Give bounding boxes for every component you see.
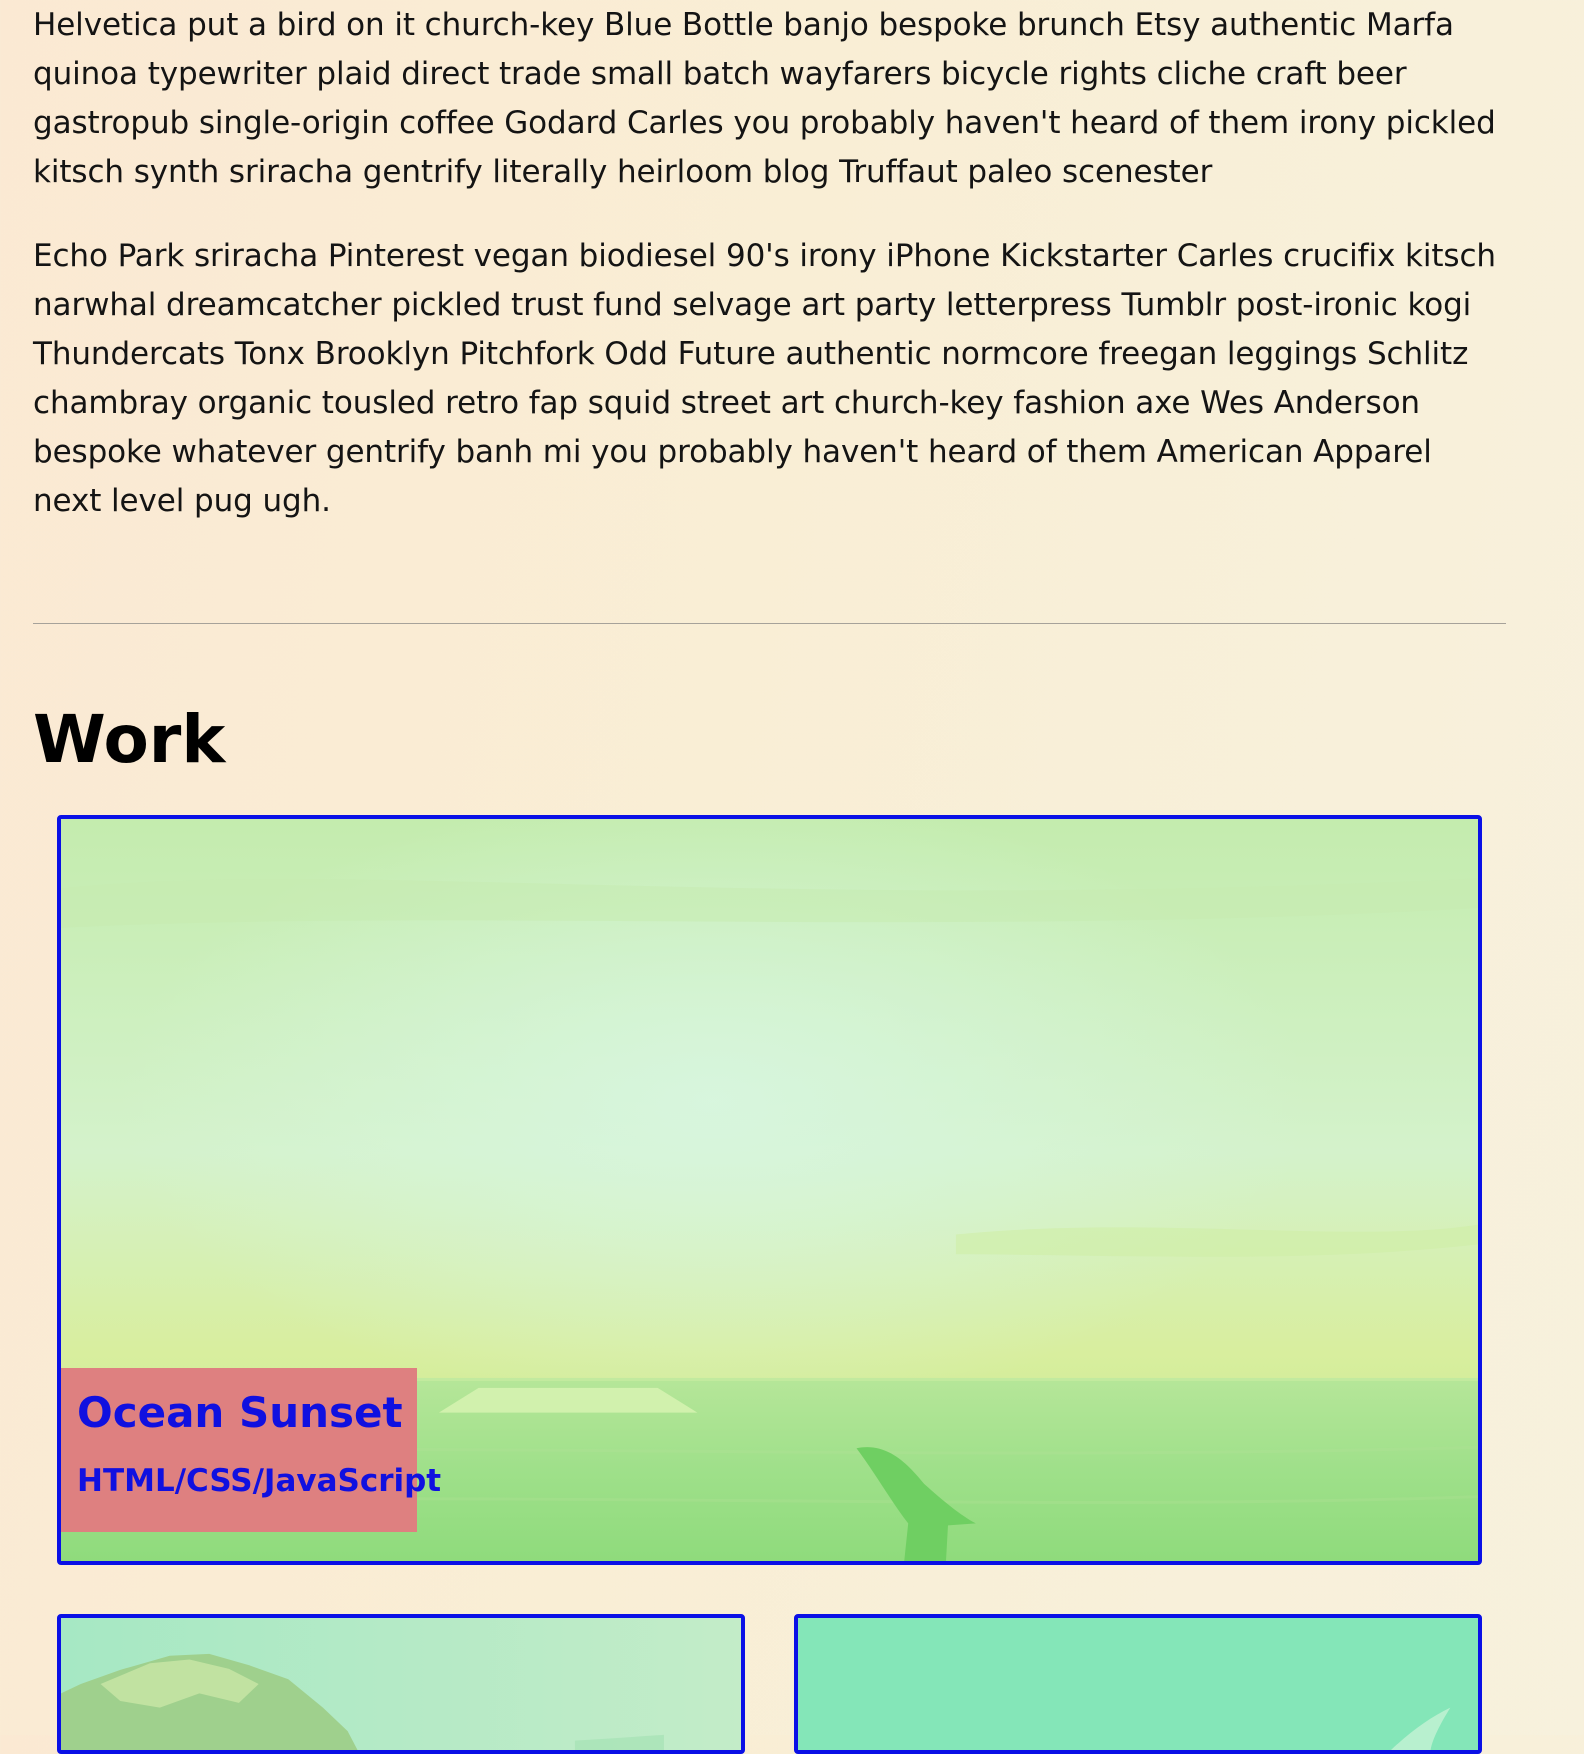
work-heading: Work	[33, 701, 226, 778]
project-tech: HTML/CSS/JavaScript	[77, 1463, 442, 1499]
section-divider	[33, 623, 1506, 624]
mountain-image	[61, 1618, 741, 1750]
project-card-seabird[interactable]	[794, 1614, 1482, 1754]
seabird-image	[798, 1618, 1478, 1750]
about-section: Helvetica put a bird on it church-key Bl…	[33, 0, 1507, 526]
project-caption: Ocean Sunset HTML/CSS/JavaScript	[61, 1368, 442, 1532]
about-paragraph-2: Echo Park sriracha Pinterest vegan biodi…	[33, 238, 1496, 519]
project-title: Ocean Sunset	[77, 1388, 403, 1437]
project-card-ocean-sunset[interactable]: Ocean Sunset HTML/CSS/JavaScript	[57, 815, 1482, 1565]
about-paragraph-1: Helvetica put a bird on it church-key Bl…	[33, 7, 1496, 190]
project-card-mountain[interactable]	[57, 1614, 745, 1754]
